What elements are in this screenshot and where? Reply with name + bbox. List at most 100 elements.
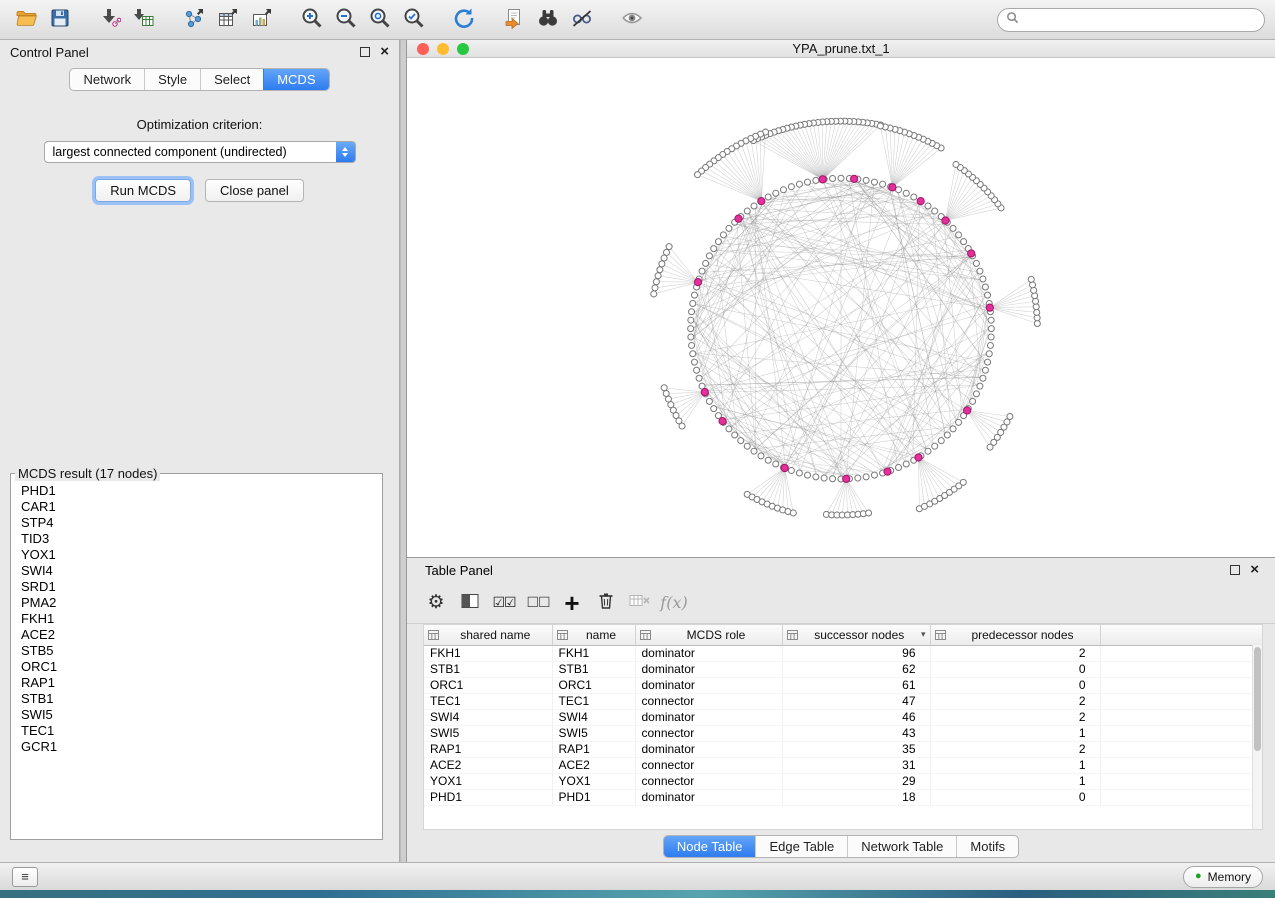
table-cell[interactable]: 0 bbox=[930, 677, 1100, 693]
new-table-button[interactable] bbox=[212, 5, 244, 35]
table-cell[interactable]: RAP1 bbox=[424, 741, 552, 757]
mcds-list-item[interactable]: SWI5 bbox=[13, 707, 380, 723]
table-cell[interactable]: 1 bbox=[930, 725, 1100, 741]
table-row[interactable]: SWI5SWI5connector431 bbox=[424, 725, 1262, 741]
table-cell[interactable]: 61 bbox=[782, 677, 930, 693]
mcds-list-item[interactable]: STP4 bbox=[13, 515, 380, 531]
network-nodes[interactable] bbox=[651, 118, 1041, 518]
table-row[interactable]: PHD1PHD1dominator180 bbox=[424, 789, 1262, 805]
delete-table-button-disabled[interactable] bbox=[625, 588, 655, 618]
zoom-in-button[interactable] bbox=[296, 5, 328, 35]
mcds-list-item[interactable]: ACE2 bbox=[13, 627, 380, 643]
apply-layout-button[interactable] bbox=[448, 5, 480, 35]
table-cell[interactable]: ORC1 bbox=[424, 677, 552, 693]
table-cell[interactable]: connector bbox=[635, 773, 782, 789]
mcds-list-item[interactable]: PHD1 bbox=[13, 483, 380, 499]
table-cell[interactable]: 0 bbox=[930, 789, 1100, 805]
memory-button[interactable]: ● Memory bbox=[1183, 866, 1263, 888]
table-cell[interactable]: dominator bbox=[635, 677, 782, 693]
table-cell[interactable]: 96 bbox=[782, 645, 930, 661]
tab-mcds[interactable]: MCDS bbox=[263, 69, 328, 90]
table-cell[interactable]: 1 bbox=[930, 757, 1100, 773]
tab-style[interactable]: Style bbox=[144, 69, 200, 90]
add-column-button[interactable]: + bbox=[557, 588, 587, 618]
table-scrollbar[interactable] bbox=[1252, 645, 1262, 829]
zoom-fit-button[interactable] bbox=[364, 5, 396, 35]
column-header-name[interactable]: name bbox=[552, 625, 635, 645]
table-cell[interactable]: 31 bbox=[782, 757, 930, 773]
table-cell[interactable]: ACE2 bbox=[424, 757, 552, 773]
table-cell[interactable]: SWI5 bbox=[424, 725, 552, 741]
mcds-result-list[interactable]: PHD1CAR1STP4TID3YOX1SWI4SRD1PMA2FKH1ACE2… bbox=[13, 483, 380, 837]
search-network-button[interactable] bbox=[532, 5, 564, 35]
tab-node-table[interactable]: Node Table bbox=[664, 836, 756, 857]
table-cell[interactable]: 62 bbox=[782, 661, 930, 677]
table-cell[interactable]: FKH1 bbox=[552, 645, 635, 661]
delete-column-button[interactable] bbox=[591, 588, 621, 618]
mcds-list-item[interactable]: TEC1 bbox=[13, 723, 380, 739]
mcds-list-item[interactable]: GCR1 bbox=[13, 739, 380, 755]
float-table-panel-icon[interactable] bbox=[1230, 565, 1240, 575]
table-scrollbar-thumb[interactable] bbox=[1254, 647, 1261, 751]
table-cell[interactable]: SWI4 bbox=[552, 709, 635, 725]
mcds-list-item[interactable]: STB5 bbox=[13, 643, 380, 659]
table-cell[interactable]: PHD1 bbox=[424, 789, 552, 805]
run-mcds-button[interactable]: Run MCDS bbox=[95, 179, 191, 202]
mcds-list-item[interactable]: ORC1 bbox=[13, 659, 380, 675]
close-window-icon[interactable] bbox=[417, 43, 429, 55]
table-cell[interactable]: 2 bbox=[930, 645, 1100, 661]
table-cell[interactable]: SWI4 bbox=[424, 709, 552, 725]
table-cell[interactable]: STB1 bbox=[424, 661, 552, 677]
search-box[interactable] bbox=[997, 8, 1265, 32]
table-cell[interactable]: 0 bbox=[930, 661, 1100, 677]
close-panel-button[interactable]: Close panel bbox=[205, 179, 304, 202]
table-settings-button[interactable]: ⚙ bbox=[421, 588, 451, 618]
table-cell[interactable]: 46 bbox=[782, 709, 930, 725]
mcds-list-item[interactable]: SWI4 bbox=[13, 563, 380, 579]
hide-details-button[interactable] bbox=[566, 5, 598, 35]
column-header-successor-nodes[interactable]: successor nodes▾ bbox=[782, 625, 930, 645]
table-cell[interactable]: FKH1 bbox=[424, 645, 552, 661]
show-columns-button[interactable] bbox=[455, 588, 485, 618]
zoom-out-button[interactable] bbox=[330, 5, 362, 35]
export-image-button[interactable] bbox=[246, 5, 278, 35]
table-row[interactable]: STB1STB1dominator620 bbox=[424, 661, 1262, 677]
tab-network-table[interactable]: Network Table bbox=[847, 836, 956, 857]
tab-edge-table[interactable]: Edge Table bbox=[755, 836, 847, 857]
mcds-list-item[interactable]: STB1 bbox=[13, 691, 380, 707]
select-all-columns-button[interactable]: ☑☑ bbox=[489, 588, 519, 618]
optimization-criterion-select[interactable]: largest connected component (undirected) bbox=[44, 141, 356, 163]
mcds-list-item[interactable]: CAR1 bbox=[13, 499, 380, 515]
column-header-shared-name[interactable]: shared name bbox=[424, 625, 552, 645]
table-cell[interactable]: ACE2 bbox=[552, 757, 635, 773]
maximize-window-icon[interactable] bbox=[457, 43, 469, 55]
table-cell[interactable]: STB1 bbox=[552, 661, 635, 677]
mcds-list-item[interactable]: PMA2 bbox=[13, 595, 380, 611]
column-header-MCDS-role[interactable]: MCDS role bbox=[635, 625, 782, 645]
table-cell[interactable]: dominator bbox=[635, 789, 782, 805]
column-header-predecessor-nodes[interactable]: predecessor nodes bbox=[930, 625, 1100, 645]
table-cell[interactable]: 2 bbox=[930, 693, 1100, 709]
search-input[interactable] bbox=[1024, 13, 1256, 27]
task-history-button[interactable]: ≡ bbox=[12, 867, 38, 887]
tab-select[interactable]: Select bbox=[200, 69, 263, 90]
panel-splitter[interactable] bbox=[400, 40, 407, 862]
mcds-list-item[interactable]: SRD1 bbox=[13, 579, 380, 595]
deselect-all-columns-button[interactable]: ☐☐ bbox=[523, 588, 553, 618]
table-cell[interactable]: connector bbox=[635, 757, 782, 773]
import-network-button[interactable] bbox=[94, 5, 126, 35]
table-cell[interactable]: TEC1 bbox=[424, 693, 552, 709]
function-builder-button[interactable]: f(x) bbox=[659, 588, 689, 618]
close-panel-icon[interactable]: × bbox=[380, 47, 389, 57]
sort-chevron-icon[interactable]: ▾ bbox=[921, 629, 926, 640]
table-cell[interactable]: dominator bbox=[635, 709, 782, 725]
table-cell[interactable]: dominator bbox=[635, 741, 782, 757]
table-cell[interactable]: 2 bbox=[930, 709, 1100, 725]
table-row[interactable]: ORC1ORC1dominator610 bbox=[424, 677, 1262, 693]
table-cell[interactable]: connector bbox=[635, 693, 782, 709]
open-session-button[interactable] bbox=[10, 5, 42, 35]
table-cell[interactable]: YOX1 bbox=[424, 773, 552, 789]
tab-network[interactable]: Network bbox=[70, 69, 144, 90]
tab-motifs[interactable]: Motifs bbox=[956, 836, 1018, 857]
share-document-button[interactable] bbox=[498, 5, 530, 35]
